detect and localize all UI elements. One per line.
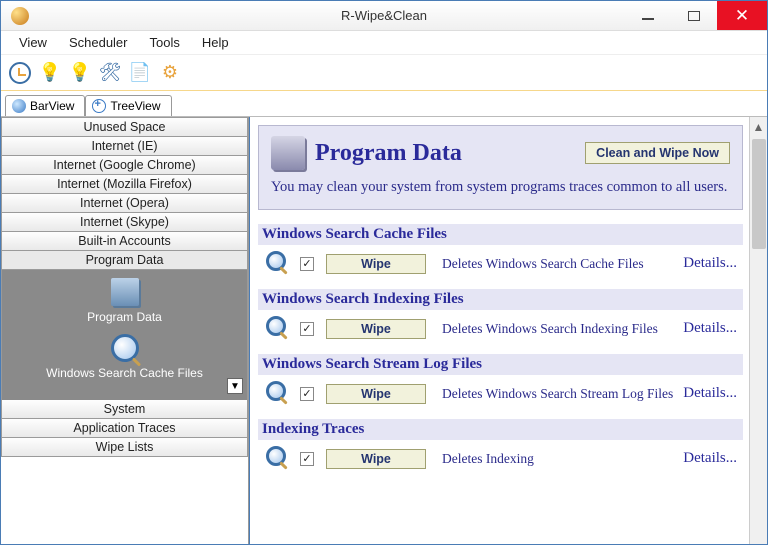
program-data-icon (271, 136, 305, 170)
wipe-button-stream[interactable]: Wipe (326, 384, 426, 404)
sidebar-item-unused-space[interactable]: Unused Space (1, 117, 248, 137)
settings-icon[interactable]: ⚙ (159, 62, 181, 84)
tools-icon[interactable]: 🛠 (99, 62, 121, 84)
row-desc-indexing: Deletes Windows Search Indexing Files (432, 321, 677, 337)
details-link-cache[interactable]: Details... (683, 255, 741, 272)
section-head-indexing: Windows Search Indexing Files (258, 289, 743, 310)
magnifier-icon (111, 334, 139, 362)
section-row-stream: ✓ Wipe Deletes Windows Search Stream Log… (258, 375, 743, 413)
minimize-button[interactable] (625, 1, 671, 30)
hint-icon-2[interactable]: 💡 (69, 62, 91, 84)
tab-barview[interactable]: BarView (5, 95, 85, 116)
close-button[interactable]: ✕ (717, 1, 767, 30)
content-header: Program Data Clean and Wipe Now You may … (258, 125, 743, 210)
search-icon (264, 379, 294, 409)
checkbox-stream[interactable]: ✓ (300, 387, 314, 401)
section-head-stream: Windows Search Stream Log Files (258, 354, 743, 375)
sidebar-expanded-sub: Windows Search Cache Files (6, 366, 243, 380)
row-desc-cache: Deletes Windows Search Cache Files (432, 256, 677, 272)
sidebar-item-firefox[interactable]: Internet (Mozilla Firefox) (1, 175, 248, 194)
scrollbar[interactable]: ▲ (749, 117, 767, 544)
section-row-cache: ✓ Wipe Deletes Windows Search Cache File… (258, 245, 743, 283)
tab-treeview[interactable]: TreeView (85, 95, 171, 116)
view-tabstrip: BarView TreeView (1, 91, 767, 117)
scroll-up-icon[interactable]: ▲ (750, 117, 767, 137)
sidebar-item-opera[interactable]: Internet (Opera) (1, 194, 248, 213)
menu-tools[interactable]: Tools (140, 32, 190, 53)
section-head-cache: Windows Search Cache Files (258, 224, 743, 245)
section-head-traces: Indexing Traces (258, 419, 743, 440)
sidebar-item-app-traces[interactable]: Application Traces (1, 419, 248, 438)
menu-view[interactable]: View (9, 32, 57, 53)
details-link-traces[interactable]: Details... (683, 450, 741, 467)
wipe-button-indexing[interactable]: Wipe (326, 319, 426, 339)
menubar: View Scheduler Tools Help (1, 31, 767, 55)
sidebar-item-system[interactable]: System (1, 400, 248, 419)
toolbar: 💡 💡 🛠 📄 ⚙ (1, 55, 767, 91)
content-inner: Program Data Clean and Wipe Now You may … (250, 117, 749, 544)
sidebar-dropdown-button[interactable]: ▼ (227, 378, 243, 394)
clean-wipe-button[interactable]: Clean and Wipe Now (585, 142, 730, 164)
schedule-icon[interactable] (9, 62, 31, 84)
row-desc-traces: Deletes Indexing (432, 451, 677, 467)
tree-icon (92, 99, 106, 113)
app-icon (11, 7, 29, 25)
page-description: You may clean your system from system pr… (271, 178, 730, 197)
search-icon (264, 314, 294, 344)
sidebar-item-program-data[interactable]: Program Data (1, 251, 248, 270)
sidebar: Unused Space Internet (IE) Internet (Goo… (1, 117, 249, 544)
scroll-thumb[interactable] (752, 139, 766, 249)
section-row-indexing: ✓ Wipe Deletes Windows Search Indexing F… (258, 310, 743, 348)
sidebar-item-chrome[interactable]: Internet (Google Chrome) (1, 156, 248, 175)
sidebar-item-accounts[interactable]: Built-in Accounts (1, 232, 248, 251)
file-icon[interactable]: 📄 (129, 62, 151, 84)
details-link-indexing[interactable]: Details... (683, 320, 741, 337)
search-icon (264, 444, 294, 474)
checkbox-cache[interactable]: ✓ (300, 257, 314, 271)
folders-icon (111, 278, 139, 306)
menu-help[interactable]: Help (192, 32, 239, 53)
globe-icon (12, 99, 26, 113)
maximize-button[interactable] (671, 1, 717, 30)
sidebar-expanded-title: Program Data (6, 310, 243, 324)
main: Unused Space Internet (IE) Internet (Goo… (1, 117, 767, 544)
details-link-stream[interactable]: Details... (683, 385, 741, 402)
sidebar-expanded-cache-files[interactable]: Windows Search Cache Files (6, 334, 243, 380)
tab-barview-label: BarView (30, 99, 74, 113)
tab-treeview-label: TreeView (110, 99, 160, 113)
titlebar: R-Wipe&Clean ✕ (1, 1, 767, 31)
sidebar-expanded-program-data[interactable]: Program Data (6, 278, 243, 324)
sidebar-expanded-panel: Program Data Windows Search Cache Files … (1, 270, 248, 400)
checkbox-traces[interactable]: ✓ (300, 452, 314, 466)
content-panel: Program Data Clean and Wipe Now You may … (249, 117, 767, 544)
row-desc-stream: Deletes Windows Search Stream Log Files (432, 386, 677, 402)
wipe-button-cache[interactable]: Wipe (326, 254, 426, 274)
section-row-traces: ✓ Wipe Deletes Indexing Details... (258, 440, 743, 478)
window-controls: ✕ (625, 1, 767, 30)
hint-icon-1[interactable]: 💡 (39, 62, 61, 84)
sidebar-item-wipe-lists[interactable]: Wipe Lists (1, 438, 248, 457)
page-title: Program Data (315, 140, 575, 167)
wipe-button-traces[interactable]: Wipe (326, 449, 426, 469)
sidebar-item-ie[interactable]: Internet (IE) (1, 137, 248, 156)
menu-scheduler[interactable]: Scheduler (59, 32, 138, 53)
search-icon (264, 249, 294, 279)
sidebar-item-skype[interactable]: Internet (Skype) (1, 213, 248, 232)
window-title: R-Wipe&Clean (341, 8, 427, 23)
checkbox-indexing[interactable]: ✓ (300, 322, 314, 336)
